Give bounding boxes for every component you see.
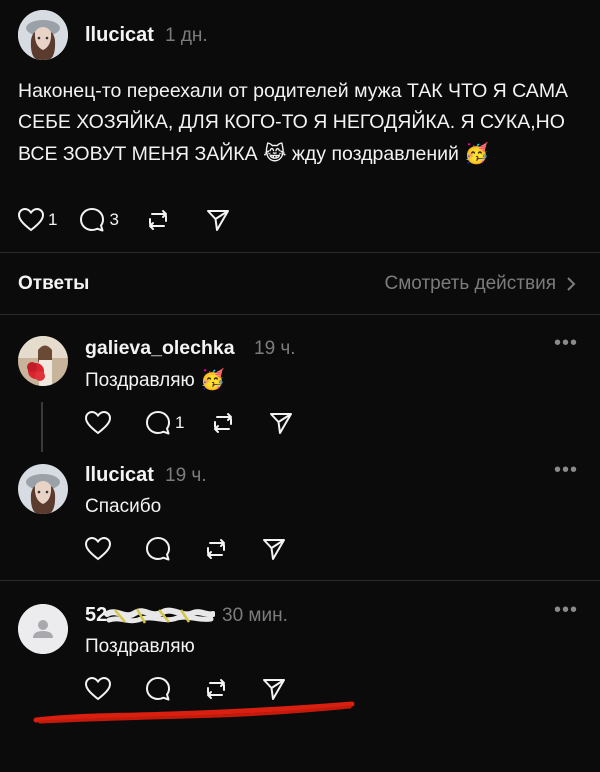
- comment-actions: 1: [85, 409, 294, 437]
- like-count: 1: [48, 210, 58, 229]
- replies-title: Ответы: [18, 273, 90, 294]
- heart-icon: [18, 208, 44, 232]
- view-activity-link[interactable]: Смотреть действия: [385, 273, 578, 295]
- like-button[interactable]: [85, 537, 111, 561]
- comment-avatar[interactable]: [18, 464, 68, 514]
- comment-time: 30 мин.: [222, 605, 288, 626]
- reply-count: 3: [109, 210, 119, 229]
- more-options-icon[interactable]: •••: [554, 332, 578, 355]
- reply-count: 1: [175, 413, 185, 432]
- party-face-emoji: 🥳: [464, 141, 490, 165]
- comment-text: Спасибо: [85, 496, 162, 517]
- send-icon: [206, 210, 229, 231]
- red-underline-annotation: [33, 701, 355, 724]
- share-button[interactable]: [261, 536, 287, 562]
- comment-username[interactable]: llucicat: [85, 464, 154, 487]
- divider: [0, 580, 600, 581]
- post-text: Наконец-то переехали от родителей мужа Т…: [18, 76, 586, 170]
- share-button[interactable]: [268, 410, 294, 436]
- crying-cat-emoji: 😹: [263, 141, 287, 165]
- divider: [0, 314, 600, 315]
- user-avatar-icon: [18, 464, 68, 514]
- repost-icon: [148, 210, 167, 230]
- comment-username[interactable]: 52: [85, 604, 215, 628]
- comment-icon: [146, 411, 170, 435]
- reply-button[interactable]: 1: [145, 410, 184, 436]
- repost-button[interactable]: [210, 410, 236, 436]
- user-avatar-icon: [18, 336, 68, 386]
- post-body-tail: жду поздравлений: [286, 143, 459, 165]
- more-options-icon[interactable]: •••: [554, 459, 578, 482]
- view-activity-label: Смотреть действия: [384, 273, 556, 294]
- party-face-emoji: 🥳: [200, 367, 225, 391]
- comment-avatar[interactable]: [18, 604, 68, 654]
- reply-button[interactable]: [145, 536, 171, 562]
- comment-time: 19 ч.: [165, 465, 207, 486]
- more-options-icon[interactable]: •••: [554, 599, 578, 622]
- comment-body: Поздравляю: [85, 370, 195, 391]
- post-avatar[interactable]: [18, 10, 68, 60]
- default-avatar-icon: [18, 604, 68, 654]
- comment-time: 19 ч.: [254, 338, 296, 359]
- comment-actions: [85, 535, 287, 563]
- comment-text: Поздравляю 🥳: [85, 367, 225, 392]
- thread-line: [41, 402, 43, 452]
- heart-icon: [85, 537, 111, 561]
- post-time: 1 дн.: [165, 25, 208, 46]
- reply-button[interactable]: 3: [79, 207, 119, 233]
- repost-icon: [207, 539, 225, 559]
- user-avatar-icon: [18, 10, 68, 60]
- heart-icon: [85, 411, 111, 435]
- comment-icon: [146, 537, 170, 561]
- post-username[interactable]: llucicat: [85, 24, 154, 47]
- repost-button[interactable]: [203, 536, 229, 562]
- comment-avatar[interactable]: [18, 336, 68, 386]
- scribble-redaction: [104, 607, 215, 624]
- repost-icon: [214, 413, 233, 433]
- comment-text: Поздравляю: [85, 636, 195, 657]
- like-button[interactable]: 1: [18, 208, 57, 232]
- comment-username[interactable]: galieva_olechka: [85, 337, 235, 360]
- chevron-right-icon: [567, 277, 576, 291]
- repost-button[interactable]: [145, 207, 171, 233]
- send-icon: [263, 539, 285, 560]
- send-icon: [270, 413, 293, 434]
- divider: [0, 252, 600, 253]
- share-button[interactable]: [205, 207, 231, 233]
- like-button[interactable]: [85, 411, 111, 435]
- comment-icon: [80, 208, 105, 232]
- post-actions: 1 3: [18, 206, 231, 234]
